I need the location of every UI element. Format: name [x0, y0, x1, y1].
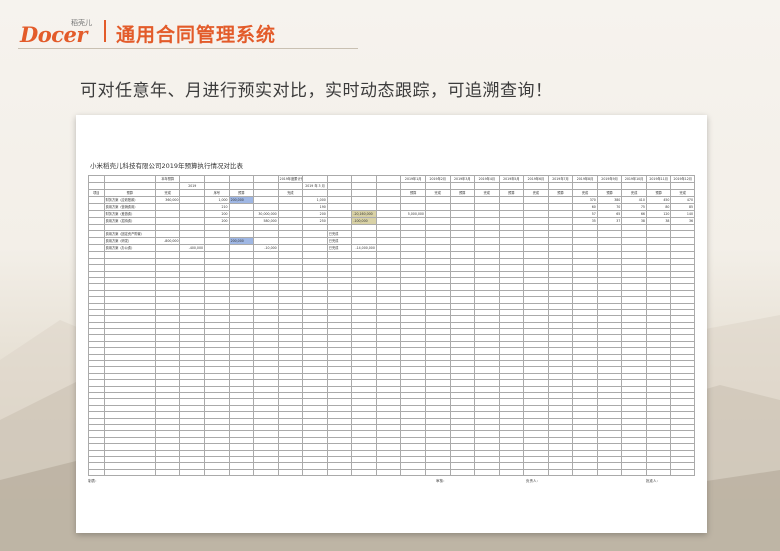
header-row: 2019 2019 年 3 月 — [88, 182, 695, 190]
docer-logo: Docer 稻壳儿 — [20, 16, 110, 50]
sheet-title: 小米稻壳儿科技有限公司2019年预算执行情况对比表 — [90, 162, 244, 170]
budget-table: 本年预算2019年度累计完成情况2019年1月2019年2月2019年3月201… — [88, 175, 695, 477]
footer-leader: 负责人： — [526, 479, 540, 483]
table-row: 费用方案（营销费用） 210 190 60 70 75 80 85 — [88, 203, 695, 211]
table-row: 费用方案（招待费） 200 580,000 250 -100,000 35 37 38 38 36 — [88, 217, 695, 225]
table-row: 费用方案（固定资产购置） 已完成 — [88, 230, 695, 239]
sheet-grid: 本年预算2019年度累计完成情况2019年1月2019年2月2019年3月201… — [88, 175, 695, 479]
header-rule — [18, 48, 358, 49]
footer-approver: 批准人： — [646, 479, 660, 483]
page-title: 通用合同管理系统 — [116, 24, 277, 46]
logo-divider — [104, 20, 106, 42]
spreadsheet-preview: 小米稻壳儿科技有限公司2019年预算执行情况对比表 本年预算2019年度累计完成… — [76, 115, 707, 533]
table-row — [88, 468, 695, 477]
logo-tagline: 稻壳儿 — [71, 19, 92, 27]
header-row: 项目 预算 完成 序号 预算 完成 预算 完成 预算 完成 预算 完成 预算 完成 预算 完成 预算 完成 — [88, 189, 695, 197]
table-row: 财务方案（应收账款） 360,000 1,000 200,000 1,000 370 380… — [88, 196, 695, 204]
table-row: 财务方案（差旅费） 200 30,000,000 200 -20,160,000 5,00… — [88, 210, 695, 218]
table-row: 费用方案（办公费） -400,000 -10,000 已完成 -14,000,000 — [88, 244, 695, 253]
table-row: 费用方案（研发） -800,000 200,000 已完成 — [88, 237, 695, 246]
header-row: 本年预算2019年度累计完成情况2019年1月2019年2月2019年3月201… — [88, 175, 695, 183]
footer-reviewer: 审核： — [436, 479, 447, 483]
footer-prepared: 制表： — [88, 479, 99, 483]
page-subtitle: 可对任意年、月进行预实对比，实时动态跟踪，可追溯查询！ — [80, 81, 553, 101]
